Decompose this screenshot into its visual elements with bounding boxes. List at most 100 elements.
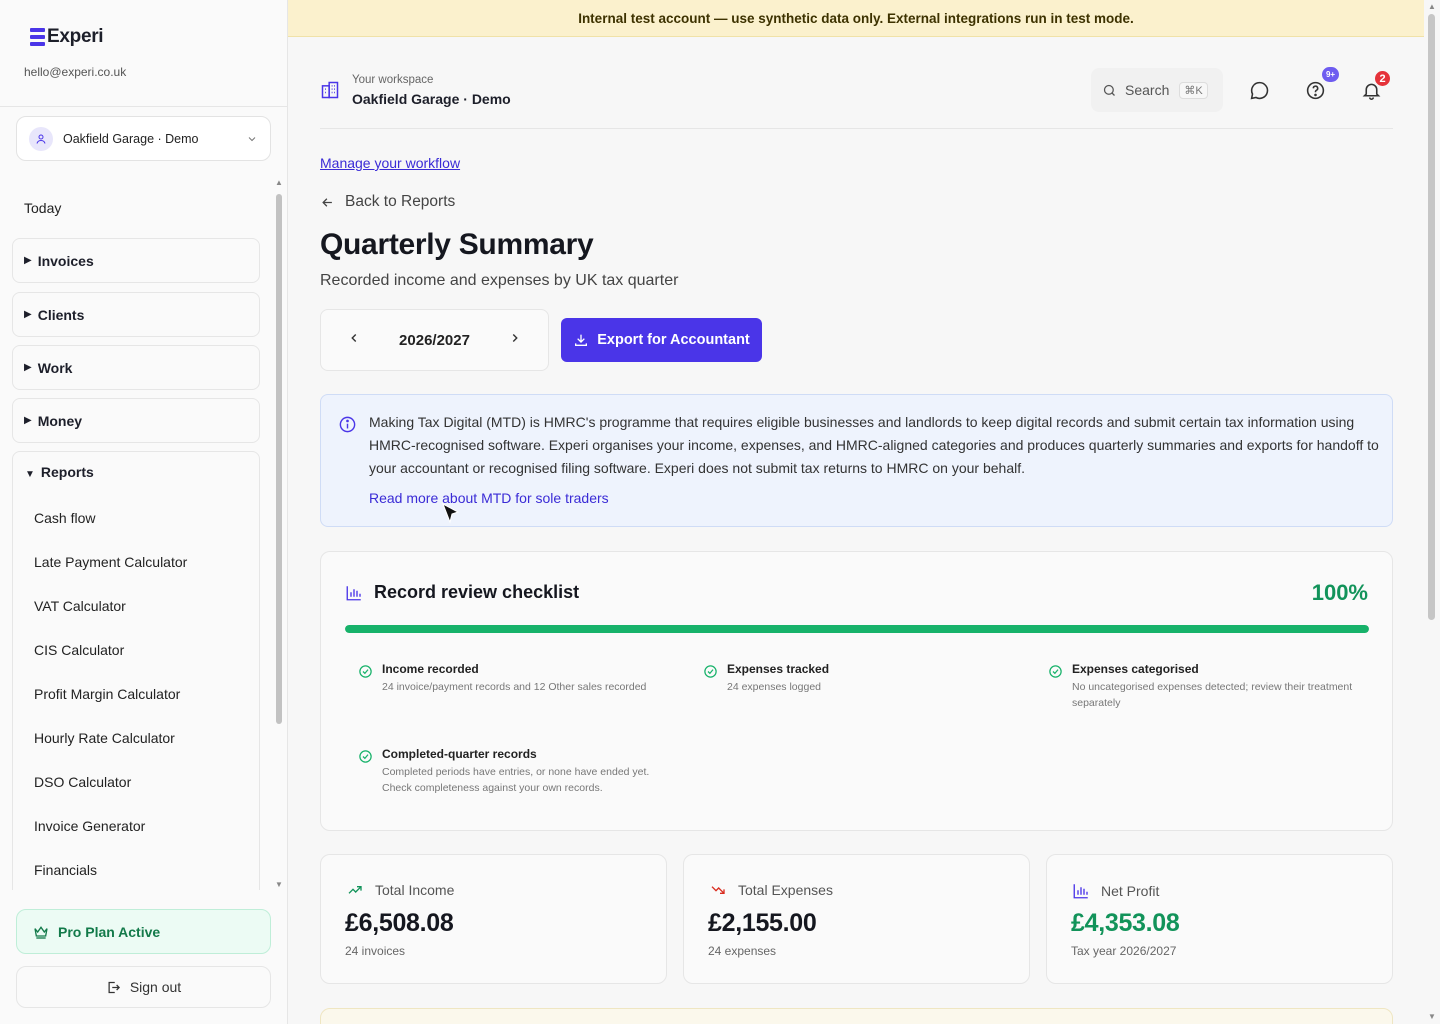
test-account-banner: Internal test account — use synthetic da… bbox=[288, 0, 1424, 37]
trending-down-icon bbox=[711, 886, 725, 894]
caret-right-icon: ▶ bbox=[24, 362, 32, 373]
sidebar-item-today[interactable]: Today bbox=[24, 200, 61, 216]
help-button[interactable] bbox=[1303, 78, 1327, 102]
brand-name: Experi bbox=[47, 26, 104, 47]
mtd-read-more-link[interactable]: Read more about MTD for sole traders bbox=[369, 490, 609, 506]
chat-button[interactable] bbox=[1247, 78, 1271, 102]
sidebar-item-late-payment-calculator[interactable]: Late Payment Calculator bbox=[34, 554, 187, 570]
bar-chart-icon bbox=[1073, 884, 1088, 899]
sign-out-button[interactable]: Sign out bbox=[16, 966, 271, 1008]
search-label: Search bbox=[1125, 82, 1170, 98]
pro-plan-button[interactable]: Pro Plan Active bbox=[16, 909, 271, 954]
chat-bubble-icon bbox=[1250, 81, 1268, 99]
help-circle-icon bbox=[1306, 81, 1324, 99]
main-scrollbar-thumb[interactable] bbox=[1428, 14, 1435, 620]
chevron-left-icon bbox=[351, 333, 357, 342]
mtd-info-text: Making Tax Digital (MTD) is HMRC's progr… bbox=[369, 414, 1379, 476]
mtd-info-callout: Making Tax Digital (MTD) is HMRC's progr… bbox=[320, 394, 1393, 527]
sidebar-item-invoice-generator[interactable]: Invoice Generator bbox=[34, 818, 145, 834]
sidebar-item-dso-calculator[interactable]: DSO Calculator bbox=[34, 774, 131, 790]
manage-workflow-link[interactable]: Manage your workflow bbox=[320, 155, 460, 171]
sidebar: Experi hello@experi.co.uk Oakfield Garag… bbox=[0, 0, 288, 1024]
check-circle-icon bbox=[704, 665, 717, 678]
next-section-card bbox=[320, 1008, 1393, 1024]
sidebar-group-label: Clients bbox=[37, 306, 85, 323]
sidebar-item-cis-calculator[interactable]: CIS Calculator bbox=[34, 642, 124, 658]
caret-right-icon: ▶ bbox=[24, 415, 32, 426]
stat-label: Net Profit bbox=[1071, 882, 1159, 900]
back-to-reports-link[interactable]: Back to Reports bbox=[320, 193, 455, 211]
checklist-item-desc: Completed periods have entries, or none … bbox=[382, 766, 650, 794]
sidebar-scrollbar[interactable]: ▲ ▼ bbox=[274, 178, 284, 890]
sidebar-item-cash-flow[interactable]: Cash flow bbox=[34, 510, 95, 526]
stat-subtext: Tax year 2026/2027 bbox=[1071, 944, 1177, 958]
workspace-name: Oakfield Garage · Demo bbox=[352, 91, 511, 107]
total-expenses-card: Total Expenses £2,155.00 24 expenses bbox=[683, 854, 1030, 984]
main-scrollbar[interactable]: ▲ ▼ bbox=[1424, 0, 1440, 1024]
caret-down-icon: ▼ bbox=[25, 469, 35, 480]
workspace-selector[interactable]: Oakfield Garage · Demo bbox=[16, 116, 271, 161]
checklist-percent: 100% bbox=[1311, 580, 1368, 605]
scroll-up-arrow-icon[interactable]: ▲ bbox=[1424, 2, 1440, 11]
sidebar-group-label: Invoices bbox=[37, 252, 94, 269]
workspace-label: Your workspace bbox=[352, 74, 434, 86]
sign-out-label: Sign out bbox=[129, 979, 182, 995]
sidebar-group-label: Money bbox=[37, 412, 83, 429]
sign-out-icon bbox=[108, 981, 120, 993]
chevron-right-icon bbox=[512, 333, 518, 342]
sidebar-group-reports-header[interactable]: ▼ Reports bbox=[25, 464, 94, 480]
checklist-item-title: Expenses tracked bbox=[727, 662, 830, 676]
checklist-item-title: Income recorded bbox=[382, 662, 479, 676]
sidebar-scrollbar-thumb[interactable] bbox=[276, 194, 282, 724]
check-circle-icon bbox=[359, 665, 372, 678]
sidebar-group-reports: ▼ Reports Cash flow Late Payment Calculat… bbox=[12, 451, 260, 890]
sidebar-divider bbox=[0, 106, 288, 107]
previous-year-button[interactable] bbox=[347, 331, 361, 350]
experi-logo-icon bbox=[30, 28, 45, 46]
sidebar-group-clients[interactable]: ▶ Clients bbox=[12, 292, 260, 337]
header-divider bbox=[320, 128, 1393, 129]
brand-logo[interactable]: Experi bbox=[30, 26, 104, 48]
sidebar-item-hourly-rate-calculator[interactable]: Hourly Rate Calculator bbox=[34, 730, 175, 746]
stat-label: Total Income bbox=[345, 882, 454, 898]
tax-year-value: 2026/2027 bbox=[399, 331, 470, 349]
sidebar-item-vat-calculator[interactable]: VAT Calculator bbox=[34, 598, 126, 614]
checklist-title-text: Record review checklist bbox=[374, 582, 580, 602]
record-review-checklist: Record review checklist 100% Income reco… bbox=[320, 551, 1393, 831]
tax-year-picker: 2026/2027 bbox=[320, 309, 549, 371]
page-title: Quarterly Summary bbox=[320, 228, 594, 261]
sidebar-group-invoices[interactable]: ▶ Invoices bbox=[12, 238, 260, 283]
download-icon bbox=[575, 334, 588, 346]
sidebar-item-profit-margin-calculator[interactable]: Profit Margin Calculator bbox=[34, 686, 180, 702]
scroll-up-arrow-icon[interactable]: ▲ bbox=[274, 178, 284, 187]
info-icon bbox=[338, 415, 357, 439]
sidebar-item-financials[interactable]: Financials bbox=[34, 862, 97, 878]
search-icon bbox=[1103, 84, 1115, 96]
sidebar-nav: Today ▶ Invoices ▶ Clients ▶ Work ▶ Mone… bbox=[0, 178, 288, 890]
export-button-label: Export for Accountant bbox=[597, 332, 750, 348]
stat-label: Total Expenses bbox=[708, 882, 833, 898]
stat-value: £4,353.08 bbox=[1071, 909, 1180, 937]
export-for-accountant-button[interactable]: Export for Accountant bbox=[561, 318, 762, 362]
sidebar-group-money[interactable]: ▶ Money bbox=[12, 398, 260, 443]
checklist-progress-fill bbox=[345, 625, 1369, 633]
checklist-item-desc: 24 invoice/payment records and 12 Other … bbox=[382, 681, 647, 693]
check-circle-icon bbox=[359, 750, 372, 763]
next-year-button[interactable] bbox=[508, 331, 522, 350]
checklist-item-title: Expenses categorised bbox=[1072, 662, 1199, 676]
caret-right-icon: ▶ bbox=[24, 309, 32, 320]
search-button[interactable]: Search ⌘K bbox=[1091, 68, 1223, 112]
sidebar-group-work[interactable]: ▶ Work bbox=[12, 345, 260, 390]
scroll-down-arrow-icon[interactable]: ▼ bbox=[274, 880, 284, 889]
checklist-item-desc: No uncategorised expenses detected; revi… bbox=[1072, 681, 1353, 709]
stat-subtext: 24 invoices bbox=[345, 944, 406, 958]
sidebar-group-label: Work bbox=[37, 359, 73, 376]
check-circle-icon bbox=[1049, 665, 1062, 678]
chevron-down-icon bbox=[248, 136, 256, 141]
stat-label-text: Net Profit bbox=[1101, 883, 1160, 899]
stat-value: £2,155.00 bbox=[708, 909, 817, 937]
notifications-badge: 2 bbox=[1373, 69, 1392, 88]
total-income-card: Total Income £6,508.08 24 invoices bbox=[320, 854, 667, 984]
back-link-label: Back to Reports bbox=[345, 193, 456, 210]
scroll-down-arrow-icon[interactable]: ▼ bbox=[1424, 1012, 1440, 1021]
